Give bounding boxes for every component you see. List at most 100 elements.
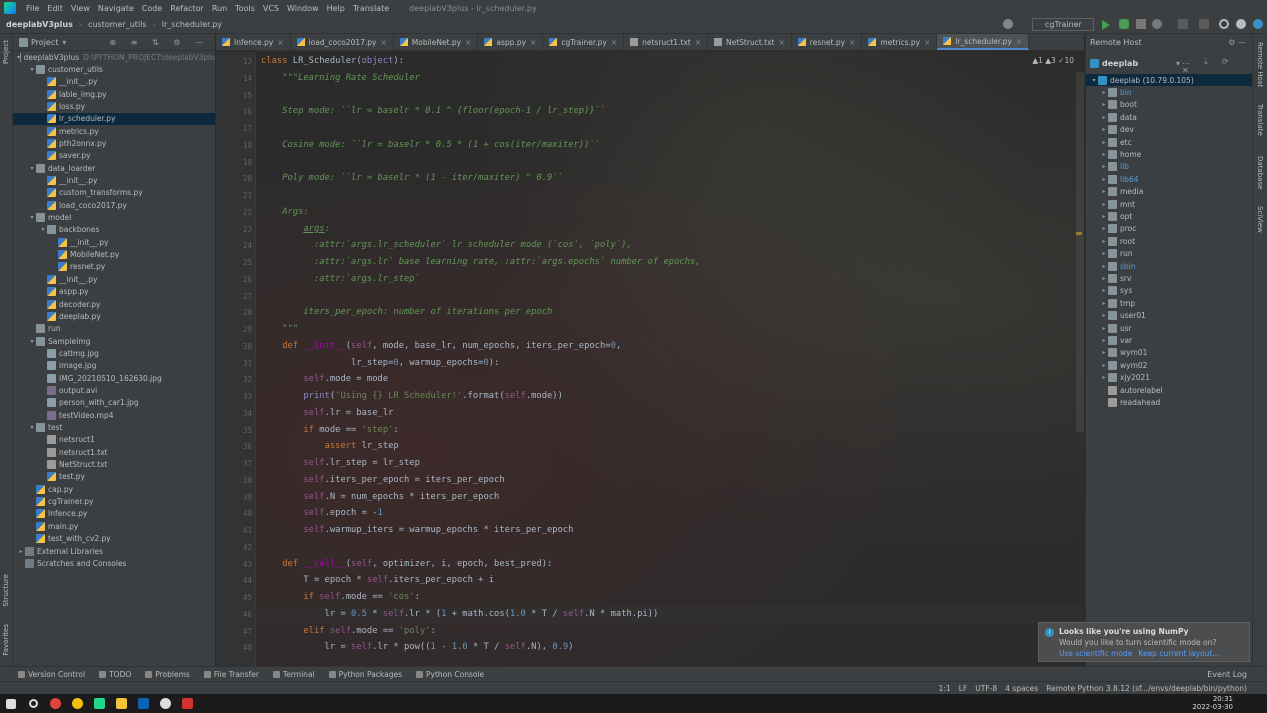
interpreter[interactable]: Remote Python 3.8.12 (sf.../envs/deeplab…	[1046, 684, 1247, 693]
profile-icon[interactable]	[1152, 19, 1162, 29]
tree-item[interactable]: ▾ deeplabV3plus D:\PYTHON_PROJECT\deeplabV…	[13, 51, 215, 63]
tree-item[interactable]: cap.py	[13, 483, 215, 495]
close-icon[interactable]: ×	[530, 38, 536, 47]
close-icon[interactable]: ×	[778, 38, 784, 47]
tree-item[interactable]: __init__.py	[13, 236, 215, 248]
editor-tab[interactable]: NetStruct.txt ×	[708, 34, 792, 50]
remote-root[interactable]: ▾ deeplab (10.79.0.105)	[1086, 74, 1253, 86]
close-icon[interactable]: ×	[1016, 37, 1022, 46]
close-icon[interactable]: ×	[924, 38, 930, 47]
breadcrumb-project[interactable]: deeplabV3plus	[6, 20, 73, 29]
debug-icon[interactable]	[1119, 19, 1129, 29]
remote-host-tool-tab[interactable]: Remote Host	[1256, 42, 1264, 87]
vivaldi-icon[interactable]	[176, 694, 198, 713]
event-log-button[interactable]: Event Log	[1207, 670, 1247, 679]
menu-item-navigate[interactable]: Navigate	[94, 4, 138, 13]
windows-start-icon[interactable]	[0, 694, 22, 713]
pycharm-icon[interactable]	[88, 694, 110, 713]
tree-item[interactable]: ▾ SampleImg	[13, 335, 215, 347]
tree-item[interactable]: ▾ backbones	[13, 224, 215, 236]
editor-tab[interactable]: load_coco2017.py ×	[291, 34, 394, 50]
tree-item[interactable]: ▾ data_loarder	[13, 162, 215, 174]
gear-icon[interactable]: ⚙ —	[1228, 38, 1246, 47]
remote-item[interactable]: ▸ media	[1086, 186, 1253, 198]
run-config-select[interactable]: cgTrainer	[1032, 18, 1094, 31]
tree-item[interactable]: __init__.py	[13, 273, 215, 285]
editor-tab[interactable]: aspp.py ×	[478, 34, 544, 50]
tree-item[interactable]: run	[13, 323, 215, 335]
close-icon[interactable]: ×	[611, 38, 617, 47]
tree-item[interactable]: MobileNet.py	[13, 249, 215, 261]
tool-window-todo[interactable]: TODO	[99, 670, 131, 679]
remote-item[interactable]: ▸ mnt	[1086, 198, 1253, 210]
run-icon[interactable]	[1102, 20, 1110, 30]
remote-item[interactable]: ▸ data	[1086, 111, 1253, 123]
tree-item[interactable]: pth2onnx.py	[13, 137, 215, 149]
browser-icon[interactable]	[66, 694, 88, 713]
tool-window-terminal[interactable]: Terminal	[272, 670, 315, 679]
menu-item-translate[interactable]: Translate	[349, 4, 393, 13]
search-icon[interactable]	[1219, 19, 1229, 29]
keep-layout-link[interactable]: Keep current layout...	[1138, 649, 1219, 658]
remote-item[interactable]: ▸ lib	[1086, 161, 1253, 173]
indent-setting[interactable]: 4 spaces	[1005, 684, 1038, 693]
chrome-icon[interactable]	[44, 694, 66, 713]
use-scientific-mode-link[interactable]: Use scientific mode	[1059, 649, 1132, 658]
coverage-icon[interactable]	[1136, 19, 1146, 29]
inspection-widget[interactable]: ▲1 ▲3 ✓10	[1032, 56, 1074, 65]
app-icon[interactable]	[154, 694, 176, 713]
tree-item[interactable]: main.py	[13, 520, 215, 532]
tree-item[interactable]: Infence.py	[13, 508, 215, 520]
database-tool-tab[interactable]: Database	[1256, 156, 1264, 189]
tool-window-python-packages[interactable]: Python Packages	[328, 670, 402, 679]
remote-item[interactable]: ▸ usr	[1086, 322, 1253, 334]
tree-item[interactable]: decoder.py	[13, 298, 215, 310]
editor-tab[interactable]: metrics.py ×	[862, 34, 938, 50]
tree-item[interactable]: output.avi	[13, 384, 215, 396]
menu-item-help[interactable]: Help	[323, 4, 349, 13]
remote-item[interactable]: readahead	[1086, 396, 1253, 408]
tree-item[interactable]: test.py	[13, 471, 215, 483]
tree-item[interactable]: ▸ External Libraries	[13, 545, 215, 557]
tree-item[interactable]: netsruct1.txt	[13, 446, 215, 458]
tree-item[interactable]: cgTrainer.py	[13, 496, 215, 508]
tree-item[interactable]: ▾ test	[13, 422, 215, 434]
close-icon[interactable]: ×	[695, 38, 701, 47]
menu-item-code[interactable]: Code	[138, 4, 166, 13]
git-icon[interactable]	[1199, 19, 1209, 29]
remote-item[interactable]: ▸ user01	[1086, 310, 1253, 322]
tree-item[interactable]: deeplab.py	[13, 310, 215, 322]
stop-icon[interactable]	[1178, 19, 1188, 29]
breadcrumb-folder[interactable]: customer_utils	[88, 20, 147, 29]
caret-position[interactable]: 1:1	[939, 684, 951, 693]
tree-item[interactable]: NetStruct.txt	[13, 459, 215, 471]
remote-item[interactable]: ▸ dev	[1086, 124, 1253, 136]
panel-actions[interactable]: ⊕ ≡ ⇅ ⚙ —	[110, 38, 209, 47]
tree-item[interactable]: IMG_20210510_162630.jpg	[13, 372, 215, 384]
remote-item[interactable]: ▸ lib64	[1086, 173, 1253, 185]
tree-item[interactable]: image.jpg	[13, 360, 215, 372]
editor-tab[interactable]: cgTrainer.py ×	[543, 34, 625, 50]
tree-item[interactable]: testVideo.mp4	[13, 409, 215, 421]
menu-item-window[interactable]: Window	[283, 4, 323, 13]
close-icon[interactable]: ×	[849, 38, 855, 47]
user-icon[interactable]	[1003, 19, 1013, 29]
menu-item-file[interactable]: File	[22, 4, 43, 13]
remote-item[interactable]: ▸ var	[1086, 334, 1253, 346]
tool-window-version-control[interactable]: Version Control	[18, 670, 85, 679]
search-icon[interactable]	[22, 694, 44, 713]
remote-item[interactable]: ▸ proc	[1086, 223, 1253, 235]
editor-tab[interactable]: MobileNet.py ×	[394, 34, 479, 50]
file-encoding[interactable]: UTF-8	[975, 684, 997, 693]
breadcrumb-file[interactable]: lr_scheduler.py	[162, 20, 222, 29]
remote-item[interactable]: ▸ sbin	[1086, 260, 1253, 272]
menu-item-run[interactable]: Run	[208, 4, 231, 13]
code-editor[interactable]: 13 14 15 16 17 18 19 20 21 22 23 24 25 26 27 28 29 30 31 32…	[216, 52, 1084, 666]
editor-scrollbar[interactable]	[1076, 72, 1084, 432]
translate-tool-tab[interactable]: Translate	[1256, 104, 1264, 136]
tree-item[interactable]: __init__.py	[13, 175, 215, 187]
menu-item-vcs[interactable]: VCS	[259, 4, 283, 13]
editor-tab[interactable]: resnet.py ×	[792, 34, 863, 50]
update-icon[interactable]	[1253, 19, 1263, 29]
tool-window-python-console[interactable]: Python Console	[416, 670, 484, 679]
